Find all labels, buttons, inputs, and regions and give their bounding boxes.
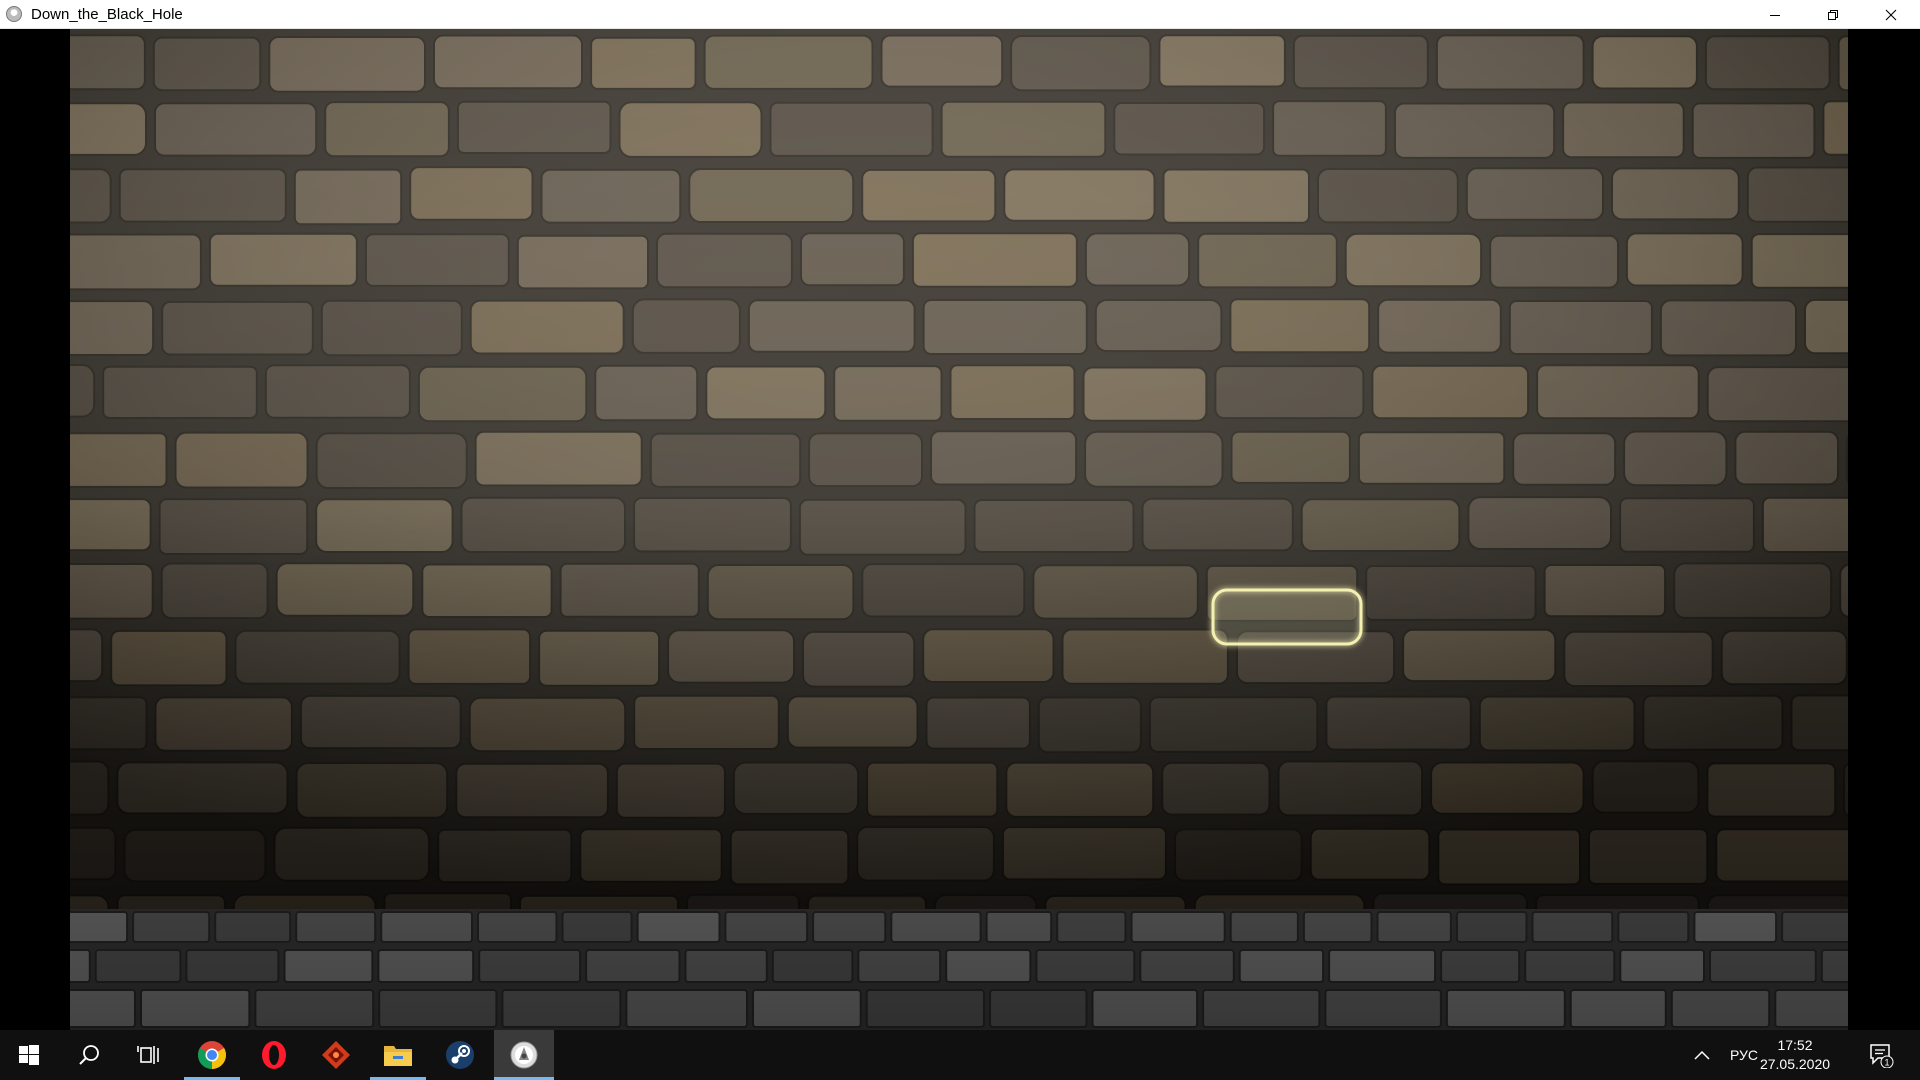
chevron-up-icon[interactable] — [1694, 1050, 1710, 1060]
system-tray: РУС — [1694, 1030, 1758, 1080]
window-titlebar[interactable]: Down_the_Black_Hole — [0, 0, 1920, 29]
task-view-button[interactable] — [120, 1030, 178, 1080]
glowing-brick-hotspot[interactable] — [1211, 588, 1363, 646]
game-launcher-taskbar-button[interactable] — [308, 1030, 364, 1080]
restore-icon — [1828, 9, 1838, 20]
wall-shadow — [70, 29, 1848, 909]
game-taskbar-button[interactable] — [494, 1030, 554, 1080]
notification-icon: 1 — [1870, 1044, 1894, 1068]
steam-icon — [446, 1041, 474, 1069]
close-icon — [1885, 9, 1897, 20]
task-view-icon — [137, 1046, 159, 1064]
red-game-launcher-icon — [322, 1041, 350, 1069]
steam-taskbar-button[interactable] — [432, 1030, 488, 1080]
minimize-icon — [1770, 14, 1780, 16]
game-app-icon — [510, 1041, 538, 1069]
taskbar: РУС 17:52 27.05.2020 1 — [0, 1030, 1920, 1080]
close-button[interactable] — [1862, 0, 1920, 29]
clock-time: 17:52 — [1777, 1037, 1813, 1053]
file-explorer-taskbar-button[interactable] — [370, 1030, 426, 1080]
chrome-taskbar-button[interactable] — [184, 1030, 240, 1080]
window-title: Down_the_Black_Hole — [31, 5, 183, 23]
start-button[interactable] — [0, 1030, 58, 1080]
minimize-button[interactable] — [1746, 0, 1804, 29]
action-center-button[interactable]: 1 — [1856, 1030, 1906, 1080]
game-window-content — [0, 29, 1920, 1030]
clock[interactable]: 17:52 27.05.2020 — [1750, 1036, 1840, 1074]
windows-logo-icon — [19, 1045, 39, 1065]
app-icon — [6, 6, 22, 22]
notification-count: 1 — [1884, 1058, 1889, 1068]
opera-taskbar-button[interactable] — [246, 1030, 302, 1080]
scene-canvas — [70, 29, 1848, 1030]
opera-icon — [262, 1041, 286, 1069]
search-icon — [79, 1045, 99, 1065]
search-button[interactable] — [60, 1030, 118, 1080]
clock-date: 27.05.2020 — [1759, 1056, 1831, 1072]
file-explorer-icon — [384, 1046, 412, 1066]
window-controls — [1746, 0, 1920, 29]
floor-shadow — [70, 909, 1848, 1030]
chrome-icon — [198, 1041, 226, 1069]
glowing-brick[interactable] — [1211, 588, 1363, 646]
restore-button[interactable] — [1804, 0, 1862, 29]
game-viewport[interactable] — [70, 29, 1848, 1030]
